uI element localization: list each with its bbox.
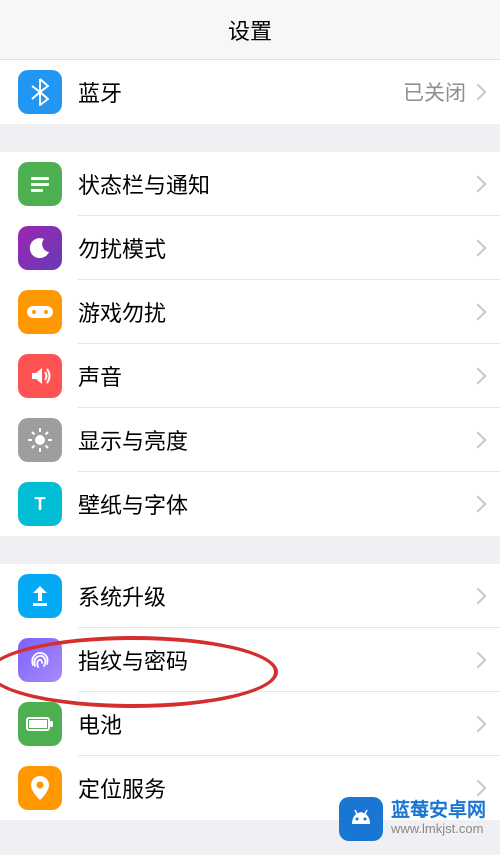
chevron-right-icon	[470, 368, 487, 385]
chevron-right-icon	[470, 496, 487, 513]
row-do-not-disturb[interactable]: 勿扰模式	[0, 216, 500, 280]
settings-header: 设置	[0, 0, 500, 60]
row-label: 电池	[78, 708, 472, 740]
row-value: 已关闭	[403, 77, 466, 107]
row-label: 蓝牙	[78, 76, 403, 108]
row-display-brightness[interactable]: 显示与亮度	[0, 408, 500, 472]
watermark: 蓝莓安卓网 www.lmkjst.com	[339, 797, 486, 841]
section-display-sound: 状态栏与通知 勿扰模式 游戏勿扰 声音 显示与亮度 T 壁纸与字体	[0, 152, 500, 536]
watermark-text: 蓝莓安卓网 www.lmkjst.com	[391, 801, 486, 836]
chevron-right-icon	[470, 304, 487, 321]
moon-icon	[18, 226, 62, 270]
row-label: 游戏勿扰	[78, 296, 472, 328]
row-bluetooth[interactable]: 蓝牙 已关闭	[0, 60, 500, 124]
chevron-right-icon	[470, 240, 487, 257]
update-icon	[18, 574, 62, 618]
chevron-right-icon	[470, 84, 487, 101]
chevron-right-icon	[470, 716, 487, 733]
gamepad-icon	[18, 290, 62, 334]
row-label: 指纹与密码	[78, 644, 472, 676]
row-label: 声音	[78, 360, 472, 392]
row-label: 显示与亮度	[78, 424, 472, 456]
row-game-dnd[interactable]: 游戏勿扰	[0, 280, 500, 344]
row-sound[interactable]: 声音	[0, 344, 500, 408]
row-label: 勿扰模式	[78, 232, 472, 264]
row-system-update[interactable]: 系统升级	[0, 564, 500, 628]
row-label: 状态栏与通知	[78, 168, 472, 200]
chevron-right-icon	[470, 780, 487, 797]
speaker-icon	[18, 354, 62, 398]
row-fingerprint-password[interactable]: 指纹与密码	[0, 628, 500, 692]
chevron-right-icon	[470, 588, 487, 605]
watermark-url: www.lmkjst.com	[391, 822, 486, 836]
row-label: 系统升级	[78, 580, 472, 612]
row-wallpaper-font[interactable]: T 壁纸与字体	[0, 472, 500, 536]
watermark-logo-icon	[339, 797, 383, 841]
svg-text:T: T	[35, 494, 46, 514]
section-connectivity: 蓝牙 已关闭	[0, 60, 500, 124]
chevron-right-icon	[470, 432, 487, 449]
fingerprint-icon	[18, 638, 62, 682]
watermark-title: 蓝莓安卓网	[391, 801, 486, 822]
row-label: 壁纸与字体	[78, 488, 472, 520]
font-icon: T	[18, 482, 62, 526]
chevron-right-icon	[470, 652, 487, 669]
page-title: 设置	[228, 14, 272, 46]
bluetooth-icon	[18, 70, 62, 114]
battery-icon	[18, 702, 62, 746]
row-status-notification[interactable]: 状态栏与通知	[0, 152, 500, 216]
statusbar-icon	[18, 162, 62, 206]
row-battery[interactable]: 电池	[0, 692, 500, 756]
chevron-right-icon	[470, 176, 487, 193]
brightness-icon	[18, 418, 62, 462]
location-icon	[18, 766, 62, 810]
section-system: 系统升级 指纹与密码 电池 定位服务	[0, 564, 500, 820]
